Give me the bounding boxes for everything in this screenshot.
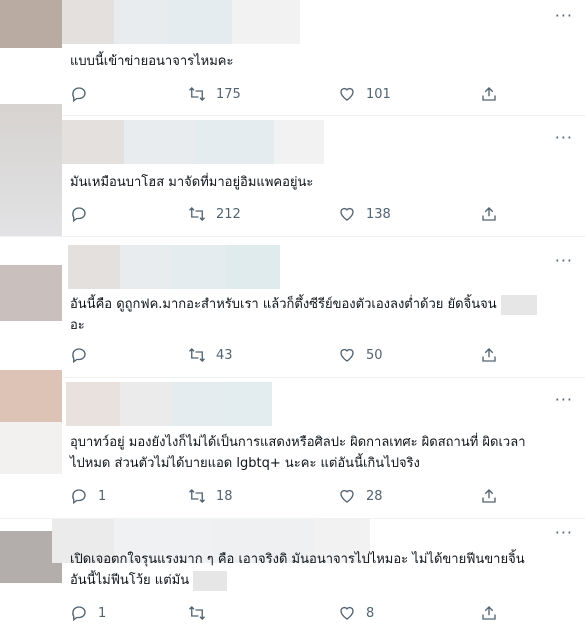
retweet-icon — [189, 348, 205, 362]
share-icon — [482, 87, 496, 101]
tweet-text: มันเหมือนบาโฮส มาจัดที่มาอยู่อิมแพคอยู่น… — [70, 175, 314, 190]
heart-icon — [340, 489, 354, 503]
reply-icon — [72, 489, 86, 505]
reply-icon — [72, 207, 86, 223]
tweet-text: เปิดเจอตกใจรุนแรงมาก ๆ คือ เอาจริงดิ มัน… — [70, 549, 560, 591]
share-button[interactable] — [480, 82, 498, 106]
retweet-icon — [189, 606, 205, 620]
share-button[interactable] — [480, 484, 498, 508]
avatar[interactable] — [0, 104, 62, 236]
avatar[interactable] — [0, 370, 62, 422]
redacted-username — [224, 382, 272, 426]
tweet-actions: 1 8 — [70, 601, 510, 625]
redacted-username — [168, 0, 232, 44]
tweet-actions: 43 50 — [70, 343, 510, 367]
like-button[interactable]: 28 — [338, 484, 480, 508]
retweet-button[interactable]: 212 — [188, 202, 338, 226]
tweet-actions: 175 101 — [70, 82, 510, 106]
reply-button[interactable] — [70, 343, 188, 367]
like-button[interactable]: 138 — [338, 202, 480, 226]
tweet-actions: 1 18 28 — [70, 484, 510, 508]
redacted-username — [274, 120, 324, 164]
redacted-word — [500, 294, 537, 315]
redacted-username — [68, 245, 120, 289]
reply-button[interactable]: 1 — [70, 484, 188, 508]
reply-icon — [72, 87, 86, 103]
tweet-text: อันนี้คือ ดูถูกฟค.มากอะสำหรับเรา แล้วก็ต… — [70, 294, 560, 336]
more-options-button[interactable]: ··· — [555, 6, 573, 25]
tweet-2: ··· มันเหมือนบาโฮส มาจัดที่มาอยู่อิมแพคอ… — [0, 104, 585, 236]
tweet-3: ··· อันนี้คือ ดูถูกฟค.มากอะสำหรับเรา แล้… — [0, 237, 585, 377]
redacted-username — [194, 120, 274, 164]
redacted-username — [124, 120, 194, 164]
retweet-button[interactable]: 18 — [188, 484, 338, 508]
share-button[interactable] — [480, 202, 498, 226]
redacted-username — [120, 245, 170, 289]
avatar-shadow — [0, 422, 62, 474]
more-options-button[interactable]: ··· — [555, 523, 573, 542]
tweet-text: แบบนี้เข้าข่ายอนาจารไหมคะ — [70, 54, 234, 69]
more-options-button[interactable]: ··· — [555, 128, 573, 147]
redacted-username — [62, 120, 124, 164]
redacted-username — [170, 245, 226, 289]
share-icon — [482, 348, 496, 362]
avatar[interactable] — [0, 265, 62, 321]
redacted-username — [226, 245, 280, 289]
share-icon — [482, 489, 496, 503]
redacted-username — [172, 382, 224, 426]
like-button[interactable]: 101 — [338, 82, 480, 106]
tweet-5: ··· เปิดเจอตกใจรุนแรงมาก ๆ คือ เอาจริงดิ… — [0, 519, 585, 638]
redacted-username — [232, 0, 300, 44]
more-options-button[interactable]: ··· — [555, 390, 573, 409]
reply-button[interactable] — [70, 202, 188, 226]
more-options-button[interactable]: ··· — [555, 251, 573, 270]
retweet-button[interactable] — [188, 601, 338, 625]
retweet-icon — [189, 87, 205, 101]
reply-icon — [72, 606, 86, 622]
reply-button[interactable] — [70, 82, 188, 106]
retweet-button[interactable]: 175 — [188, 82, 338, 106]
share-icon — [482, 207, 496, 221]
tweet-actions: 212 138 — [70, 202, 510, 226]
redacted-username — [62, 0, 114, 44]
retweet-icon — [189, 207, 205, 221]
heart-icon — [340, 207, 354, 221]
reply-icon — [72, 348, 86, 364]
tweet-1: ··· แบบนี้เข้าข่ายอนาจารไหมคะ 175 101 — [0, 0, 585, 115]
redacted-word — [193, 570, 228, 591]
like-button[interactable]: 50 — [338, 343, 480, 367]
share-icon — [482, 606, 496, 620]
like-button[interactable]: 8 — [338, 601, 480, 625]
redacted-username — [120, 382, 172, 426]
heart-icon — [340, 606, 354, 620]
tweet-4: ··· อุบาทว์อยู่ มองยังไงก็ไม่ได้เป็นการแ… — [0, 370, 585, 518]
reply-button[interactable]: 1 — [70, 601, 188, 625]
heart-icon — [340, 87, 354, 101]
redacted-username — [66, 382, 120, 426]
share-button[interactable] — [480, 343, 498, 367]
redacted-username — [114, 0, 168, 44]
avatar[interactable] — [0, 0, 62, 48]
heart-icon — [340, 348, 354, 362]
retweet-button[interactable]: 43 — [188, 343, 338, 367]
share-button[interactable] — [480, 601, 498, 625]
retweet-icon — [189, 489, 205, 503]
tweet-text: อุบาทว์อยู่ มองยังไงก็ไม่ได้เป็นการแสดงห… — [70, 435, 526, 471]
